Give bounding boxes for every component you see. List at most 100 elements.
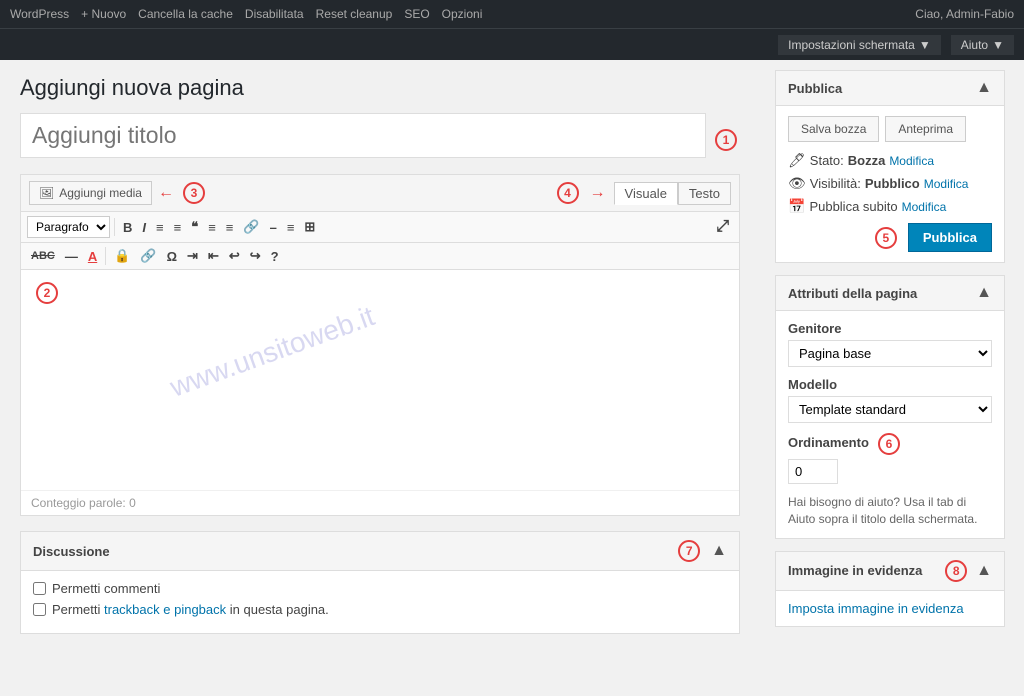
media-icon: 🖼 [39,186,54,200]
immagine-collapse-icon: ▲ [976,562,992,580]
admin-bar-reset[interactable]: Reset cleanup [316,7,393,21]
annotation-5: 5 [875,227,897,249]
imposta-immagine-link[interactable]: Imposta immagine in evidenza [788,601,964,616]
modello-label: Modello [788,377,992,392]
pubblica-header[interactable]: Pubblica ▲ [776,71,1004,106]
help-text: Hai bisogno di aiuto? Usa il tab di Aiut… [788,494,992,528]
pubblica-subito-modifica-link[interactable]: Modifica [902,200,947,214]
anteprima-button[interactable]: Anteprima [885,116,966,142]
attributi-body: Genitore Pagina base Modello Template st… [776,311,1004,538]
admin-bar-opzioni[interactable]: Opzioni [442,7,483,21]
pubblica-subito-label: Pubblica subito [809,199,897,214]
ordinamento-input[interactable] [788,459,838,484]
italic-button[interactable]: I [138,218,150,237]
stato-label: Stato: [810,153,844,168]
bold-button[interactable]: B [119,218,136,237]
align-left-button[interactable]: ≡ [204,218,220,237]
chevron-down-icon: ▼ [919,38,931,52]
indent-button[interactable]: ⇥ [183,246,202,266]
table-button[interactable]: ⊞ [300,217,319,237]
annotation-8: 8 [945,560,967,582]
admin-user-label: Ciao, Admin-Fabio [915,7,1014,21]
unordered-list-button[interactable]: ≡ [152,218,168,237]
admin-bar-new[interactable]: + Nuovo [81,7,126,21]
toolbar-row-2: ABC — A 🔒 🔗 Ω ⇥ ⇤ ↩ ↪ ? [21,243,739,270]
admin-bar-disabled[interactable]: Disabilitata [245,7,304,21]
annotation-4: 4 [557,182,579,204]
fullscreen-button[interactable]: ⤢ [712,216,733,238]
watermark: www.unsitoweb.it [166,300,379,404]
annotation-6: 6 [878,433,900,455]
font-color-button[interactable]: A [84,247,101,266]
insert-link-button[interactable]: 🔗 [239,217,263,237]
genitore-select[interactable]: Pagina base [788,340,992,367]
ordered-list-button[interactable]: ≡ [170,218,186,237]
word-count: Conteggio parole: 0 [21,490,739,515]
annotation-2: 2 [36,282,58,304]
immagine-evidenza-box: Immagine in evidenza 8 ▲ Imposta immagin… [775,551,1005,627]
annotation-7: 7 [678,540,700,562]
strikethrough-button[interactable]: ABC [27,248,59,264]
tab-testo[interactable]: Testo [678,182,731,205]
genitore-label: Genitore [788,321,992,336]
admin-bar-seo[interactable]: SEO [404,7,429,21]
paste-button[interactable]: 🔒 [110,246,134,266]
outdent-button[interactable]: ⇤ [204,246,223,266]
horizontal-rule-button[interactable]: — [61,247,82,266]
editor-body[interactable]: 2 www.unsitoweb.it [21,270,739,490]
salva-bozza-button[interactable]: Salva bozza [788,116,879,142]
view-tabs: Visuale Testo [614,182,731,205]
redo-button[interactable]: ↪ [246,246,265,266]
visibilita-modifica-link[interactable]: Modifica [924,177,969,191]
visibilita-icon: 👁 [788,175,806,192]
annotation-3: 3 [183,182,205,204]
blockquote-button[interactable]: ❝ [187,217,202,237]
ordinamento-label: Ordinamento [788,435,869,450]
sub-bar: Impostazioni schermata ▼ Aiuto ▼ [0,28,1024,60]
stato-modifica-link[interactable]: Modifica [889,154,934,168]
discussione-header[interactable]: Discussione 7 ▲ [21,532,739,571]
chevron-down-icon: ▼ [992,38,1004,52]
discussione-box: Discussione 7 ▲ Permetti commenti Permet… [20,531,740,634]
pubblica-title: Pubblica [788,81,842,96]
wp-logo[interactable]: WordPress [10,7,69,21]
tab-visuale[interactable]: Visuale [614,182,678,205]
pubblica-button[interactable]: Pubblica [908,223,992,252]
toolbar-toggle[interactable]: ≡ [283,218,299,237]
main-content: Aggiungi nuova pagina 1 🖼 Aggiungi media… [0,60,760,696]
permetti-commenti-checkbox[interactable] [33,582,46,595]
collapse-icon: ▲ [711,542,727,560]
align-right-button[interactable]: ≡ [222,218,238,237]
trackback-link[interactable]: trackback e pingback [104,602,226,617]
undo-button[interactable]: ↩ [225,246,244,266]
attributi-pagina-box: Attributi della pagina ▲ Genitore Pagina… [775,275,1005,539]
attributi-collapse-icon: ▲ [976,284,992,302]
sidebar: Pubblica ▲ Salva bozza Anteprima 🖊 Stato… [760,60,1020,696]
permetti-commenti-label: Permetti commenti [52,581,160,596]
modello-select[interactable]: Template standard [788,396,992,423]
pubblica-body: Salva bozza Anteprima 🖊 Stato: Bozza Mod… [776,106,1004,262]
immagine-header[interactable]: Immagine in evidenza 8 ▲ [776,552,1004,591]
more-button[interactable]: – [266,218,281,237]
discussione-title: Discussione [33,544,110,559]
annotation-1: 1 [715,129,737,151]
format-select[interactable]: Paragrafo [27,216,110,238]
add-media-button[interactable]: 🖼 Aggiungi media [29,181,152,205]
link-button[interactable]: 🔗 [136,246,160,266]
stato-value: Bozza [848,153,886,168]
toolbar-row-1: Paragrafo B I ≡ ≡ ❝ ≡ ≡ 🔗 – ≡ ⊞ ⤢ [21,212,739,243]
media-row: 🖼 Aggiungi media ← 3 4 → Visuale Testo [21,175,739,212]
permetti-trackback-checkbox[interactable] [33,603,46,616]
omega-button[interactable]: Ω [163,247,181,266]
immagine-body: Imposta immagine in evidenza [776,591,1004,626]
aiuto-button[interactable]: Aiuto ▼ [951,35,1014,55]
annotation-arrow-4: → [590,184,606,202]
attributi-header[interactable]: Attributi della pagina ▲ [776,276,1004,311]
admin-bar-cache[interactable]: Cancella la cache [138,7,233,21]
discussione-body: Permetti commenti Permetti trackback e p… [21,571,739,633]
page-title-input[interactable] [20,113,706,158]
status-icon: 🖊 [788,152,806,169]
impostazioni-schermata-button[interactable]: Impostazioni schermata ▼ [778,35,941,55]
help-button[interactable]: ? [267,247,283,266]
calendar-icon: 📅 [788,198,805,215]
